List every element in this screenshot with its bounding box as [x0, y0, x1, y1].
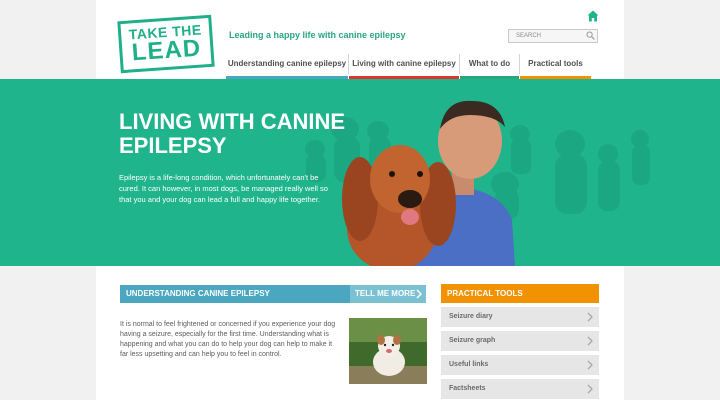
search-input[interactable]: SEARCH	[508, 29, 598, 43]
tell-me-more-button[interactable]: TELL ME MORE	[350, 285, 426, 303]
dog-photo	[349, 318, 427, 384]
practical-tools-heading: PRACTICAL TOOLS	[441, 284, 599, 303]
tagline: Leading a happy life with canine epileps…	[229, 30, 406, 40]
tool-seizure-diary[interactable]: Seizure diary	[441, 307, 599, 327]
hero-illustration	[305, 100, 650, 266]
home-icon[interactable]	[587, 10, 599, 22]
nav-label: Practical tools	[528, 58, 583, 68]
tool-factsheets[interactable]: Factsheets	[441, 379, 599, 399]
tool-label: Useful links	[449, 361, 489, 368]
nav-understanding-canine-epilepsy[interactable]: Understanding canine epilepsy	[226, 50, 348, 79]
nav-living-with-canine-epilepsy[interactable]: Living with canine epilepsy	[349, 50, 459, 79]
tool-label: Factsheets	[449, 385, 486, 392]
hero-banner	[0, 79, 720, 266]
take-the-lead-logo[interactable]: TAKE THE LEAD	[117, 14, 215, 74]
nav-practical-tools[interactable]: Practical tools	[520, 50, 591, 79]
chevron-right-icon	[587, 384, 593, 394]
tool-label: Seizure diary	[449, 313, 493, 320]
hero-title: LIVING WITH CANINE EPILEPSY	[119, 109, 346, 158]
chevron-right-icon	[587, 312, 593, 322]
search-icon[interactable]	[586, 31, 595, 40]
main-navigation: Understanding canine epilepsy Living wit…	[226, 50, 591, 79]
chevron-right-icon	[416, 289, 422, 299]
chevron-right-icon	[587, 360, 593, 370]
nav-label: What to do	[468, 58, 511, 68]
tool-label: Seizure graph	[449, 337, 496, 344]
nav-label: Living with canine epilepsy	[352, 58, 456, 68]
hero-description: Epilepsy is a life-long condition, which…	[119, 173, 328, 204]
nav-what-to-do[interactable]: What to do	[460, 50, 519, 79]
understanding-section-heading: UNDERSTANDING CANINE EPILEPSY	[120, 285, 350, 303]
tool-seizure-graph[interactable]: Seizure graph	[441, 331, 599, 351]
understanding-description: It is normal to feel frightened or conce…	[120, 321, 336, 358]
chevron-right-icon	[587, 336, 593, 346]
tool-useful-links[interactable]: Useful links	[441, 355, 599, 375]
tell-me-more-label: TELL ME MORE	[355, 289, 416, 298]
nav-label: Understanding canine epilepsy	[227, 58, 347, 68]
logo-text-bottom: LEAD	[130, 34, 202, 67]
